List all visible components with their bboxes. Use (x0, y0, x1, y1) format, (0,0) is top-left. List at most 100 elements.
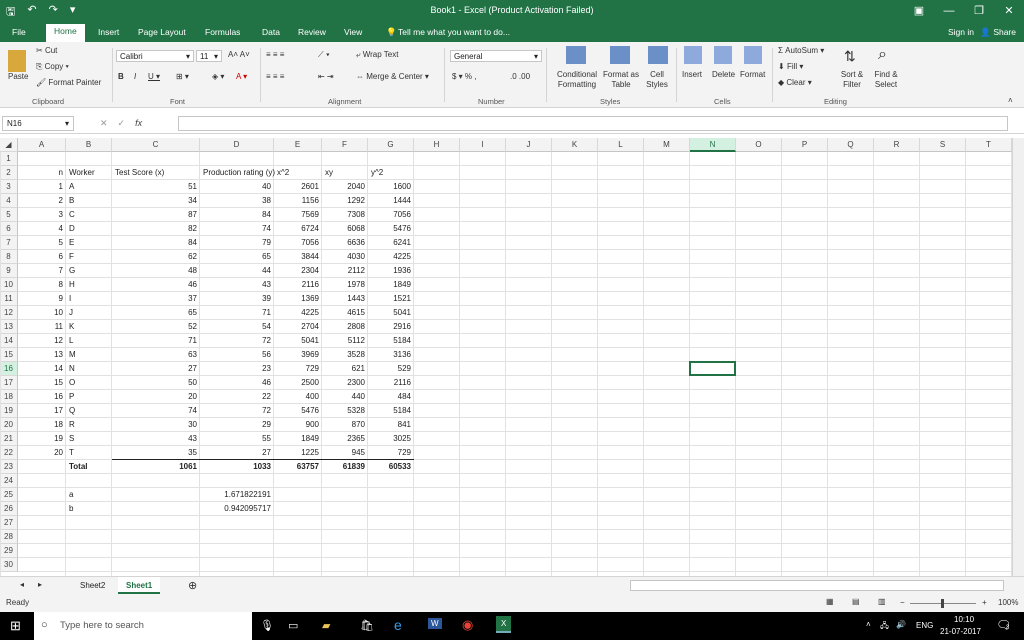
sheet-tab-sheet1[interactable]: Sheet1 (118, 577, 161, 594)
column-header-n[interactable]: N (690, 138, 736, 152)
row-header-22[interactable]: 22 (0, 446, 18, 460)
chrome-icon[interactable]: ◉ (462, 617, 473, 633)
row-header-5[interactable]: 5 (0, 208, 18, 222)
collapse-ribbon-icon[interactable]: ˄ (1008, 96, 1013, 105)
language-indicator[interactable]: ENG (916, 621, 933, 630)
decimal-buttons[interactable]: .0 .00 (510, 72, 530, 81)
row-header-24[interactable]: 24 (0, 474, 18, 488)
conditional-formatting-button[interactable]: Conditional Formatting (552, 70, 602, 90)
row-header-4[interactable]: 4 (0, 194, 18, 208)
row-header-16[interactable]: 16 (0, 362, 18, 376)
column-header-p[interactable]: P (782, 138, 828, 152)
merge-center-button[interactable]: ⇔ Merge & Center ▾ (356, 72, 429, 81)
cell-styles-icon[interactable] (648, 46, 668, 64)
delete-cells-button[interactable]: Delete (712, 70, 735, 79)
network-icon[interactable]: 🖧 (880, 620, 889, 634)
file-explorer-icon[interactable]: ▰ (322, 619, 330, 632)
name-box[interactable]: N16 ▾ (2, 116, 74, 131)
column-header-s[interactable]: S (920, 138, 966, 152)
clock-time[interactable]: 10:10 (954, 615, 974, 624)
row-header-28[interactable]: 28 (0, 530, 18, 544)
column-header-h[interactable]: H (414, 138, 460, 152)
column-header-m[interactable]: M (644, 138, 690, 152)
tell-me-box[interactable]: Tell me what you want to do... (398, 25, 510, 39)
row-header-29[interactable]: 29 (0, 544, 18, 558)
normal-view-icon[interactable]: ▦ (826, 597, 834, 606)
column-header-d[interactable]: D (200, 138, 274, 152)
paste-icon[interactable] (8, 50, 26, 72)
row-header-26[interactable]: 26 (0, 502, 18, 516)
mic-icon[interactable]: 🎙 (260, 619, 274, 632)
tab-formulas[interactable]: Formulas (205, 25, 240, 39)
column-header-c[interactable]: C (112, 138, 200, 152)
volume-icon[interactable]: 🔊 (896, 620, 906, 629)
formula-input[interactable] (178, 116, 1008, 131)
row-header-9[interactable]: 9 (0, 264, 18, 278)
task-view-icon[interactable]: ▭ (288, 619, 298, 632)
edge-icon[interactable]: e (394, 617, 402, 633)
row-header-1[interactable]: 1 (0, 152, 18, 166)
word-icon[interactable]: W (428, 618, 442, 629)
row-header-30[interactable]: 30 (0, 558, 18, 572)
sheet-tab-sheet2[interactable]: Sheet2 (72, 577, 113, 594)
font-color-button[interactable]: A ▾ (236, 72, 247, 81)
insert-function-icon[interactable]: fx (135, 118, 142, 129)
find-select-button[interactable]: Find & Select (870, 70, 902, 90)
tab-review[interactable]: Review (298, 25, 326, 39)
align-top-icon[interactable]: ≡ ≡ ≡ (266, 50, 284, 59)
row-header-2[interactable]: 2 (0, 166, 18, 180)
column-header-e[interactable]: E (274, 138, 322, 152)
format-cells-icon[interactable] (744, 46, 762, 64)
page-layout-view-icon[interactable]: ▤ (852, 597, 860, 606)
column-header-q[interactable]: Q (828, 138, 874, 152)
italic-button[interactable]: I (134, 72, 136, 81)
zoom-level[interactable]: 100% (998, 598, 1018, 607)
format-cells-button[interactable]: Format (740, 70, 765, 79)
format-as-table-button[interactable]: Format as Table (602, 70, 640, 90)
excel-icon[interactable]: X (496, 616, 512, 633)
insert-cells-button[interactable]: Insert (682, 70, 702, 79)
grow-font-button[interactable]: A˄ A˅ (228, 50, 250, 59)
ribbon-display-icon[interactable]: ▣ (904, 0, 934, 22)
row-header-21[interactable]: 21 (0, 432, 18, 446)
number-format-select[interactable]: General ▾ (450, 50, 542, 62)
column-header-a[interactable]: A (18, 138, 66, 152)
column-header-j[interactable]: J (506, 138, 552, 152)
select-all-corner[interactable]: ◢ (0, 138, 18, 152)
underline-button[interactable]: U ▾ (148, 72, 160, 81)
zoom-in-icon[interactable]: + (982, 598, 987, 607)
column-header-g[interactable]: G (368, 138, 414, 152)
bold-button[interactable]: B (118, 72, 124, 81)
prev-sheet-icon[interactable]: ◂ (20, 580, 24, 589)
fill-color-button[interactable]: ◈ ▾ (212, 72, 224, 81)
delete-cells-icon[interactable] (714, 46, 732, 64)
find-icon[interactable]: ⌕ (878, 46, 887, 64)
tab-file[interactable]: File (12, 25, 26, 39)
autosum-button[interactable]: Σ AutoSum ▾ (778, 46, 824, 55)
wrap-text-button[interactable]: ⤶ Wrap Text (356, 50, 398, 60)
sign-in-link[interactable]: Sign in (948, 27, 974, 37)
row-header-15[interactable]: 15 (0, 348, 18, 362)
cut-button[interactable]: ✂ Cut (36, 46, 57, 55)
column-header-o[interactable]: O (736, 138, 782, 152)
row-header-7[interactable]: 7 (0, 236, 18, 250)
column-header-t[interactable]: T (966, 138, 1012, 152)
restore-button[interactable]: ❐ (964, 0, 994, 22)
column-header-k[interactable]: K (552, 138, 598, 152)
row-header-6[interactable]: 6 (0, 222, 18, 236)
tab-data[interactable]: Data (262, 25, 280, 39)
share-button[interactable]: 👤 Share (980, 27, 1016, 38)
borders-button[interactable]: ⊞ ▾ (176, 72, 189, 81)
row-header-25[interactable]: 25 (0, 488, 18, 502)
new-sheet-icon[interactable]: ⊕ (188, 579, 197, 592)
row-header-19[interactable]: 19 (0, 404, 18, 418)
tray-chevron-icon[interactable]: ˄ (866, 620, 871, 629)
conditional-formatting-icon[interactable] (566, 46, 586, 64)
enter-icon[interactable]: ✓ (118, 118, 126, 129)
column-header-r[interactable]: R (874, 138, 920, 152)
column-header-l[interactable]: L (598, 138, 644, 152)
format-painter-button[interactable]: 🖌 Format Painter (36, 78, 101, 87)
column-header-f[interactable]: F (322, 138, 368, 152)
active-cell-n16[interactable] (689, 361, 736, 376)
windows-start-icon[interactable]: ⊞ (10, 618, 21, 634)
